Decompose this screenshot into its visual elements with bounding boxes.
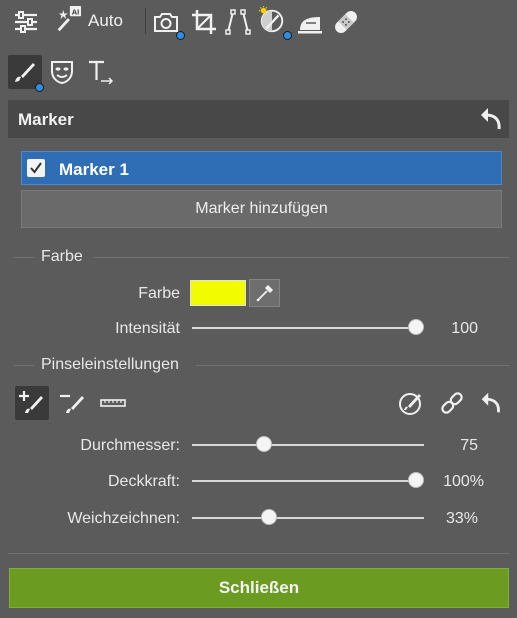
softness-value: 33% xyxy=(445,510,478,527)
bandage-icon[interactable] xyxy=(332,8,360,36)
camera-indicator-dot xyxy=(176,31,185,40)
opacity-label: Deckkraft: xyxy=(107,473,180,490)
text-tool-icon[interactable] xyxy=(84,58,118,86)
brush-minus-icon xyxy=(60,394,84,413)
softness-slider[interactable] xyxy=(192,508,424,528)
top-toolbar: AI Auto xyxy=(0,0,517,44)
intensity-slider[interactable] xyxy=(192,318,424,338)
brush-plus-icon xyxy=(19,391,43,413)
diameter-slider-thumb[interactable] xyxy=(255,436,272,452)
reset-undo-icon[interactable] xyxy=(477,105,505,133)
auto-label[interactable]: Auto xyxy=(88,11,123,31)
undo-icon xyxy=(481,392,500,413)
section-title-brush: Pinseleinstellungen xyxy=(41,356,179,373)
mask-icon[interactable] xyxy=(48,58,76,86)
diameter-label: Durchmesser: xyxy=(80,437,180,454)
intensity-value: 100 xyxy=(451,320,478,337)
link-tool[interactable] xyxy=(435,386,469,420)
iron-icon[interactable] xyxy=(296,8,324,36)
opacity-value: 100% xyxy=(443,473,484,490)
ruler-icon xyxy=(100,399,126,407)
perspective-icon[interactable] xyxy=(224,8,252,36)
link-icon xyxy=(441,392,463,414)
brush-mask-tool[interactable] xyxy=(394,386,428,420)
sliders-icon[interactable] xyxy=(12,8,40,36)
exposure-indicator-dot xyxy=(283,31,292,40)
brush-indicator-dot xyxy=(35,83,44,92)
brush-circle-icon xyxy=(399,393,421,415)
marker-panel: AI Auto Marker Marker 1 Marker hinzufüge… xyxy=(0,0,517,618)
color-swatch[interactable] xyxy=(190,280,246,306)
checkmark-icon xyxy=(30,162,42,174)
local-tools-toolbar xyxy=(0,52,517,92)
marker-checkbox[interactable] xyxy=(27,159,45,177)
brush-erase-tool[interactable] xyxy=(56,386,90,420)
section-title-farbe: Farbe xyxy=(41,248,83,265)
softness-label: Weichzeichnen: xyxy=(67,510,180,527)
color-label: Farbe xyxy=(138,285,180,302)
diameter-slider[interactable] xyxy=(192,435,424,455)
marker-label: Marker 1 xyxy=(59,160,129,179)
add-marker-button[interactable]: Marker hinzufügen xyxy=(21,190,502,228)
footer-divider xyxy=(8,553,509,554)
section-header-farbe: Farbe xyxy=(14,248,509,268)
marker-list-item[interactable]: Marker 1 xyxy=(21,151,502,185)
eyedropper-icon xyxy=(256,284,273,302)
panel-header: Marker xyxy=(8,100,509,138)
brush-icon xyxy=(15,63,35,82)
panel-title: Marker xyxy=(18,110,74,129)
brush-line-tool[interactable] xyxy=(96,386,130,420)
exposure-brush-icon[interactable] xyxy=(258,6,292,40)
magic-wand-icon[interactable]: AI xyxy=(54,6,82,34)
brush-add-tool[interactable] xyxy=(15,386,49,420)
softness-slider-thumb[interactable] xyxy=(260,509,277,525)
ai-badge: AI xyxy=(72,7,79,16)
section-header-brush: Pinseleinstellungen xyxy=(14,356,509,376)
opacity-slider-thumb[interactable] xyxy=(408,472,424,488)
close-button[interactable]: Schließen xyxy=(9,568,509,608)
diameter-value: 75 xyxy=(460,437,478,454)
eyedropper-button[interactable] xyxy=(249,279,280,307)
camera-icon[interactable] xyxy=(152,8,185,40)
opacity-slider[interactable] xyxy=(192,471,424,491)
toolbar-separator xyxy=(145,8,146,34)
crop-icon[interactable] xyxy=(190,8,218,36)
marker-brush-tool[interactable] xyxy=(8,55,44,92)
brush-reset-tool[interactable] xyxy=(474,386,508,420)
intensity-label: Intensität xyxy=(115,320,180,337)
